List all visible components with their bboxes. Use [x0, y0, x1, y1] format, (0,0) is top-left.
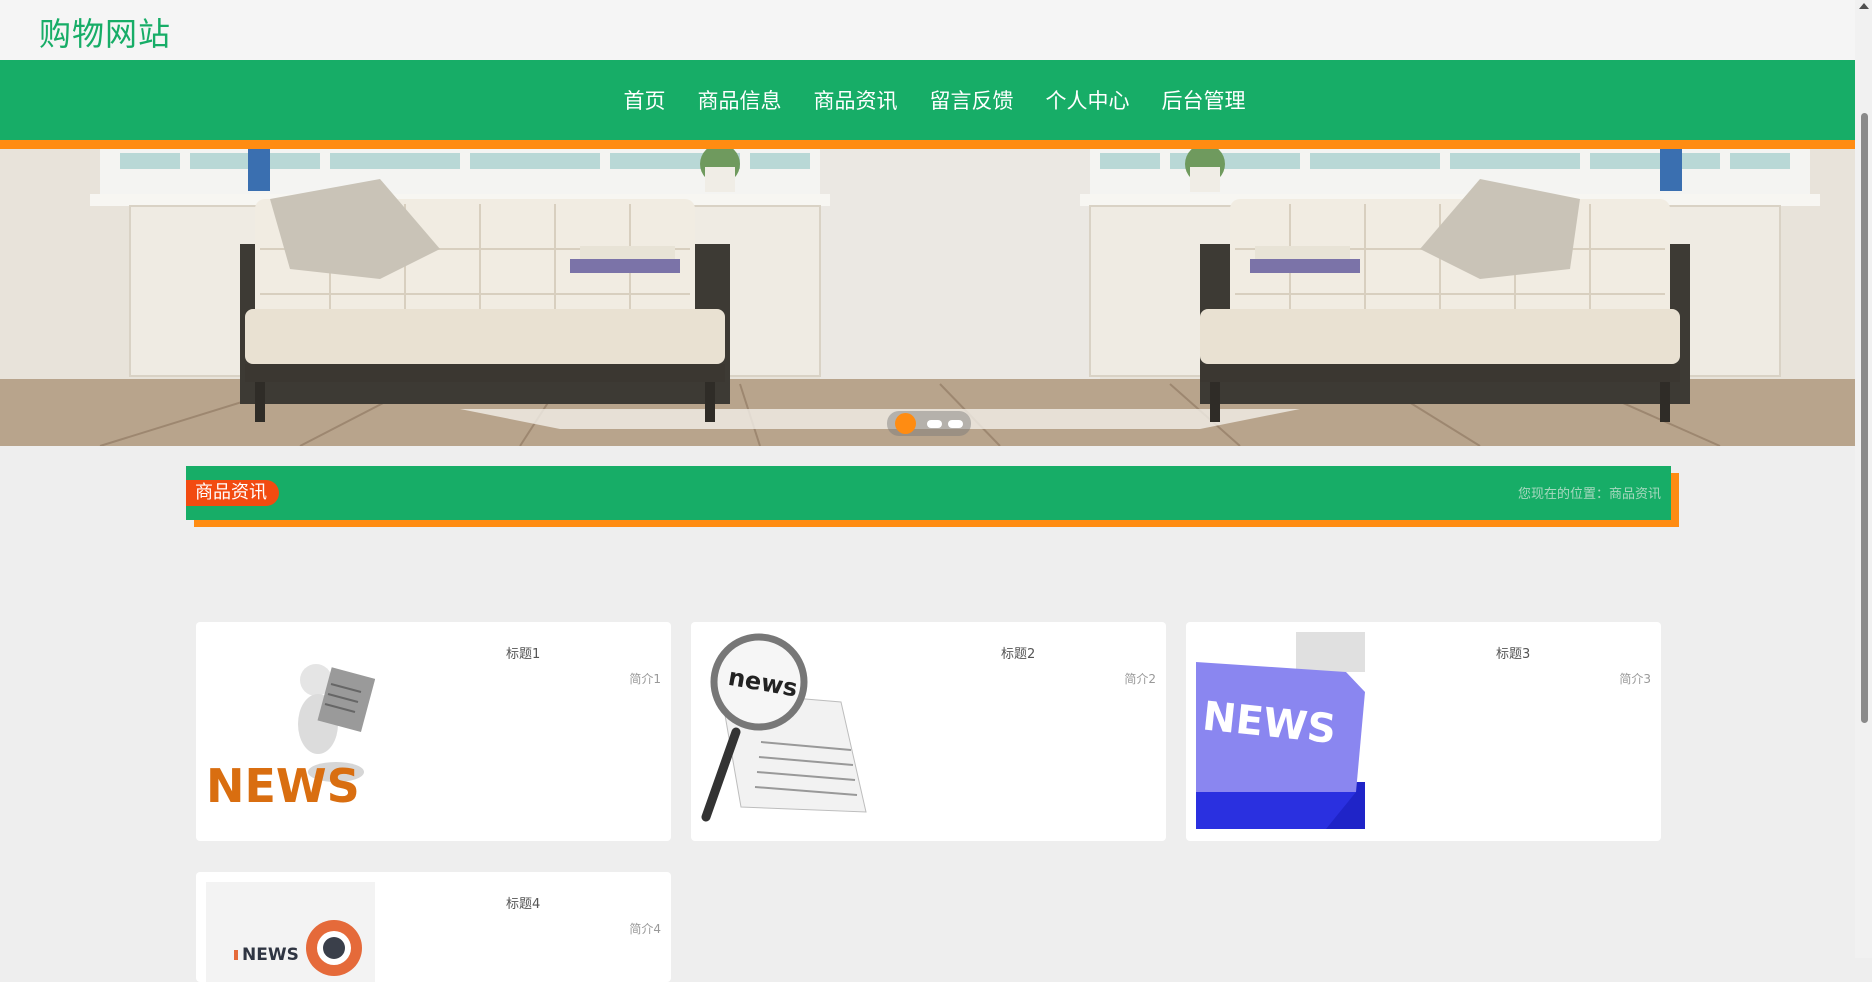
carousel-dot-1[interactable] — [895, 413, 916, 434]
banner-image — [0, 149, 1858, 446]
nav-item-personal-center[interactable]: 个人中心 — [1030, 85, 1146, 115]
news-title[interactable]: 标题2 — [1001, 643, 1035, 662]
scroll-up-arrow-icon[interactable] — [1859, 3, 1869, 9]
news-thumbnail[interactable]: NEWS — [1196, 632, 1365, 829]
scrollbar-thumb[interactable] — [1861, 113, 1868, 723]
hero-banner — [0, 149, 1858, 446]
nav-item-admin[interactable]: 后台管理 — [1146, 85, 1262, 115]
news-thumbnail[interactable]: NEWS — [206, 882, 375, 982]
section-title: 商品资讯 — [186, 480, 279, 506]
news-card[interactable]: news 标题2 简介2 — [691, 622, 1166, 841]
news-thumbnail[interactable]: news — [701, 632, 870, 829]
nav-item-home[interactable]: 首页 — [608, 85, 682, 115]
news-title[interactable]: 标题3 — [1496, 643, 1530, 662]
section-header — [186, 466, 1671, 520]
nav-item-news[interactable]: 商品资讯 — [798, 85, 914, 115]
carousel-dot-2[interactable] — [927, 420, 942, 428]
news-intro: 简介2 — [1124, 672, 1156, 686]
nav-list: 首页 商品信息 商品资讯 留言反馈 个人中心 后台管理 — [0, 60, 1855, 140]
news-image-text: NEWS — [242, 945, 299, 965]
news-card[interactable]: NEWS 标题4 简介4 — [196, 872, 671, 982]
news-intro: 简介3 — [1619, 672, 1651, 686]
main-nav: 首页 商品信息 商品资讯 留言反馈 个人中心 后台管理 — [0, 60, 1855, 149]
news-thumbnail[interactable]: NEWS — [206, 632, 375, 829]
nav-item-feedback[interactable]: 留言反馈 — [914, 85, 1030, 115]
news-intro: 简介1 — [629, 672, 661, 686]
top-bar: 购物网站 — [0, 0, 1855, 60]
carousel-dot-3[interactable] — [948, 420, 963, 428]
nav-item-products[interactable]: 商品信息 — [682, 85, 798, 115]
news-image-text: NEWS — [206, 759, 360, 813]
news-card[interactable]: NEWS 标题1 简介1 — [196, 622, 671, 841]
breadcrumb: 您现在的位置：商品资讯 — [1517, 487, 1661, 502]
news-title[interactable]: 标题1 — [506, 643, 540, 662]
site-title[interactable]: 购物网站 — [39, 9, 171, 55]
carousel-indicators — [887, 411, 971, 436]
news-card[interactable]: NEWS 标题3 简介3 — [1186, 622, 1661, 841]
news-title[interactable]: 标题4 — [506, 893, 540, 912]
news-intro: 简介4 — [629, 922, 661, 936]
